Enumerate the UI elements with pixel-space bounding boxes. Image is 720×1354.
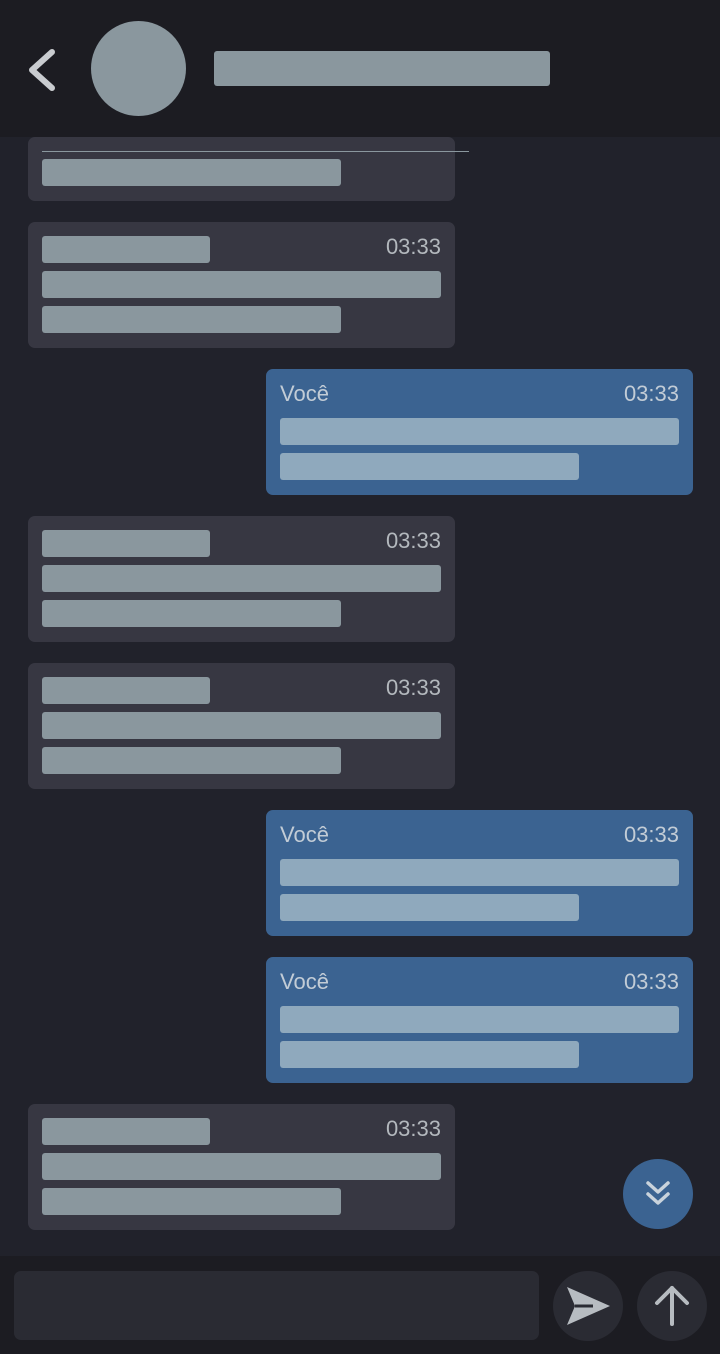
sender-label: Você (280, 969, 329, 994)
message-text-placeholder (280, 453, 579, 480)
message-text-placeholder (280, 1041, 579, 1068)
message-time: 03:33 (623, 381, 679, 406)
message-text-placeholder (280, 894, 579, 921)
message-bubble-incoming[interactable] (28, 137, 469, 201)
sender-name-placeholder (42, 530, 210, 557)
message-bubble-outgoing[interactable]: Você 03:33 (266, 369, 693, 495)
arrow-up-icon (655, 1286, 689, 1326)
sender-label: Você (280, 822, 329, 847)
message-text-placeholder (42, 159, 341, 186)
message-bubble-incoming[interactable]: 03:33 (28, 1104, 455, 1230)
double-chevron-down-icon (646, 1181, 670, 1205)
message-bubble-incoming[interactable]: 03:33 (28, 516, 455, 642)
chat-header (0, 0, 720, 137)
sender-name-placeholder (42, 236, 210, 263)
message-time: 03:33 (385, 675, 441, 700)
scroll-to-bottom-button[interactable] (623, 1159, 693, 1229)
message-time: 03:33 (623, 969, 679, 994)
message-text-placeholder (42, 271, 441, 298)
message-time: 03:33 (385, 234, 441, 259)
sender-label: Você (280, 381, 329, 406)
message-text-placeholder (42, 1188, 341, 1215)
message-text-placeholder (42, 306, 341, 333)
message-text-placeholder (42, 565, 441, 592)
message-time: 03:33 (385, 528, 441, 553)
back-button[interactable] (24, 46, 64, 94)
upload-button[interactable] (637, 1271, 707, 1341)
avatar[interactable] (91, 21, 186, 116)
message-text-placeholder (280, 418, 679, 445)
message-text-placeholder (280, 1006, 679, 1033)
message-text-placeholder (42, 712, 441, 739)
message-time: 03:33 (623, 822, 679, 847)
message-text-placeholder (42, 1153, 441, 1180)
message-text-placeholder (42, 600, 341, 627)
sender-name-placeholder (42, 1118, 210, 1145)
message-text-placeholder (280, 859, 679, 886)
contact-name-placeholder[interactable] (214, 51, 550, 86)
message-time: 03:33 (385, 1116, 441, 1141)
message-bubble-incoming[interactable]: 03:33 (28, 222, 455, 348)
message-input[interactable] (14, 1271, 539, 1340)
send-icon (567, 1287, 610, 1325)
message-bubble-outgoing[interactable]: Você 03:33 (266, 810, 693, 936)
send-button[interactable] (553, 1271, 623, 1341)
chevron-left-icon (29, 49, 55, 91)
bubble-divider (42, 151, 469, 152)
message-bubble-outgoing[interactable]: Você 03:33 (266, 957, 693, 1083)
message-text-placeholder (42, 747, 341, 774)
message-bubble-incoming[interactable]: 03:33 (28, 663, 455, 789)
composer-bar (0, 1256, 720, 1354)
sender-name-placeholder (42, 677, 210, 704)
